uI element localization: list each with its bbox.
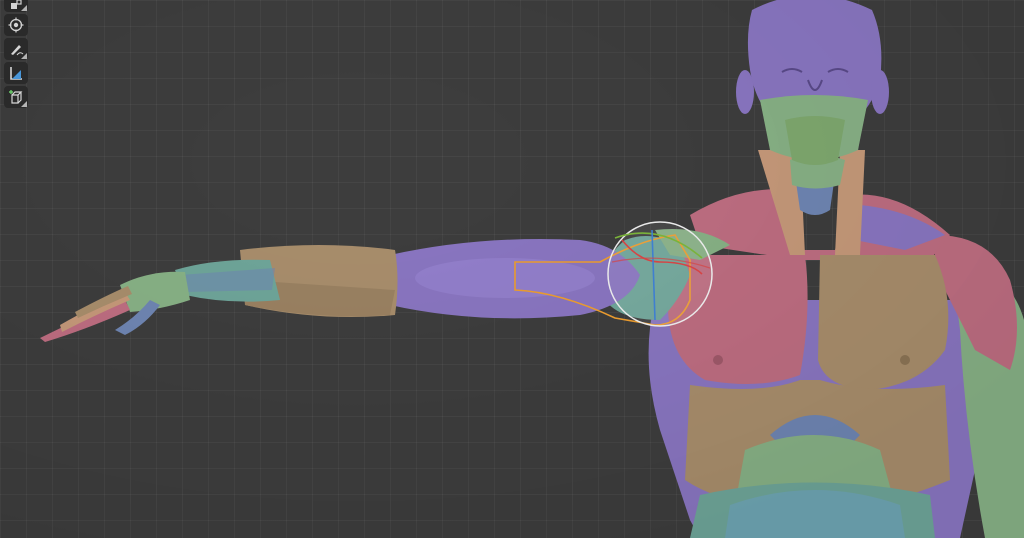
rotate-gizmo[interactable] <box>607 221 713 327</box>
gizmo-outer-ring[interactable] <box>607 221 713 327</box>
3d-viewport[interactable] <box>0 0 1024 538</box>
anatomy-model[interactable] <box>0 0 1024 538</box>
shading-overlay <box>0 0 1024 538</box>
